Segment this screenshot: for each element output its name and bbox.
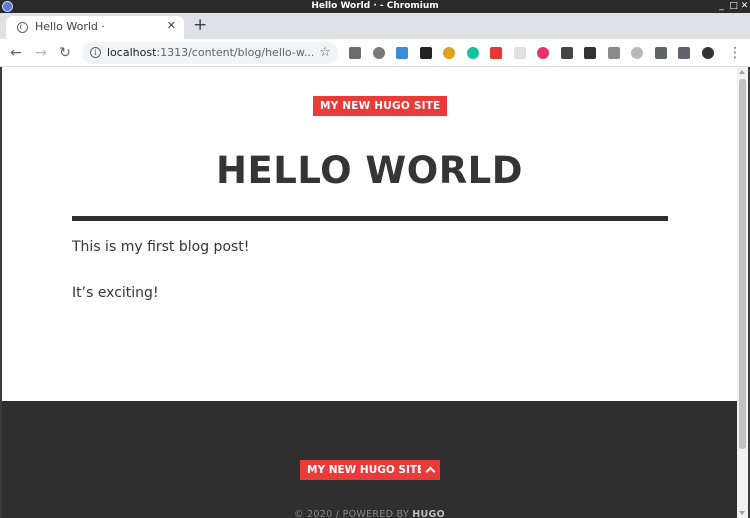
footer-copyright: © 2020 / POWERED BY HUGO [2,509,737,518]
scroll-up-arrow-icon[interactable] [739,70,745,74]
youtube-extension-icon[interactable] [490,47,502,59]
blank-extension-icon[interactable] [513,47,526,59]
site-footer: MY NEW HUGO SITE © 2020 / POWERED BY HUG… [2,401,737,518]
page-scrollbar[interactable] [737,67,748,518]
hugo-link[interactable]: HUGO [412,509,445,518]
window-title: Hello World · - Chromium [311,1,439,11]
info-icon[interactable]: i [90,47,101,58]
url-host: localhost [107,46,157,59]
reload-icon[interactable]: ↻ [56,44,74,62]
color-wheel-extension-icon[interactable] [443,47,455,59]
record-extension-icon[interactable] [537,47,549,59]
scroll-to-top-button[interactable] [421,460,440,480]
globe-icon [17,22,28,33]
post-paragraph-2: It’s exciting! [72,285,159,301]
copyright-text: © 2020 / POWERED BY [293,509,413,518]
post-paragraph-1: This is my first blog post! [72,239,250,255]
page-viewport: MY NEW HUGO SITE HELLO WORLD This is my … [2,67,737,518]
new-tab-button[interactable]: + [193,17,207,34]
profile-avatar-icon[interactable] [701,47,714,59]
url-text[interactable]: localhost:1313/content/blog/hello-w... [107,46,314,59]
recycle-extension-icon[interactable] [349,47,361,59]
playlist-extension-icon[interactable] [678,47,690,59]
address-bar[interactable]: i localhost:1313/content/blog/hello-w...… [82,42,338,64]
scroll-down-arrow-icon[interactable] [739,511,745,515]
tab-hello-world[interactable]: Hello World · ✕ [6,16,184,39]
grammarly-extension-icon[interactable] [466,47,479,59]
title-divider [72,216,668,221]
forward-arrow-icon[interactable]: → [32,44,50,62]
close-tab-icon[interactable]: ✕ [167,19,176,32]
circle-extension-icon[interactable] [372,47,385,59]
back-arrow-icon[interactable]: ← [7,44,25,62]
url-path: :1313/content/blog/hello-w... [156,46,315,59]
post-title: HELLO WORLD [216,149,523,192]
tab-title: Hello World · [35,20,105,33]
buffer-extension-icon[interactable] [419,47,432,59]
rocket-extension-icon[interactable] [560,47,573,59]
more-menu-icon[interactable]: ⋮ [728,45,742,61]
tab-strip: Hello World · ✕ + [0,13,750,39]
vue-extension-icon[interactable] [607,47,620,59]
scrollbar-thumb[interactable] [739,79,746,449]
hi-extension-icon[interactable] [396,47,408,59]
bookmark-star-icon[interactable]: ☆ [319,45,331,60]
footer-site-title-button[interactable]: MY NEW HUGO SITE [300,460,432,480]
minimize-icon[interactable]: _ [716,1,727,12]
m-extension-icon[interactable] [584,47,596,59]
site-title-button[interactable]: MY NEW HUGO SITE [313,96,448,116]
window-titlebar: Hello World · - Chromium _ □ ✕ [0,0,750,13]
puzzle-extension-icon[interactable] [654,47,667,59]
close-window-icon[interactable]: ✕ [739,1,750,12]
circle-grey-extension-icon[interactable] [631,47,643,59]
maximize-icon[interactable]: □ [728,1,739,12]
browser-toolbar: ← → ↻ i localhost:1313/content/blog/hell… [0,39,750,67]
